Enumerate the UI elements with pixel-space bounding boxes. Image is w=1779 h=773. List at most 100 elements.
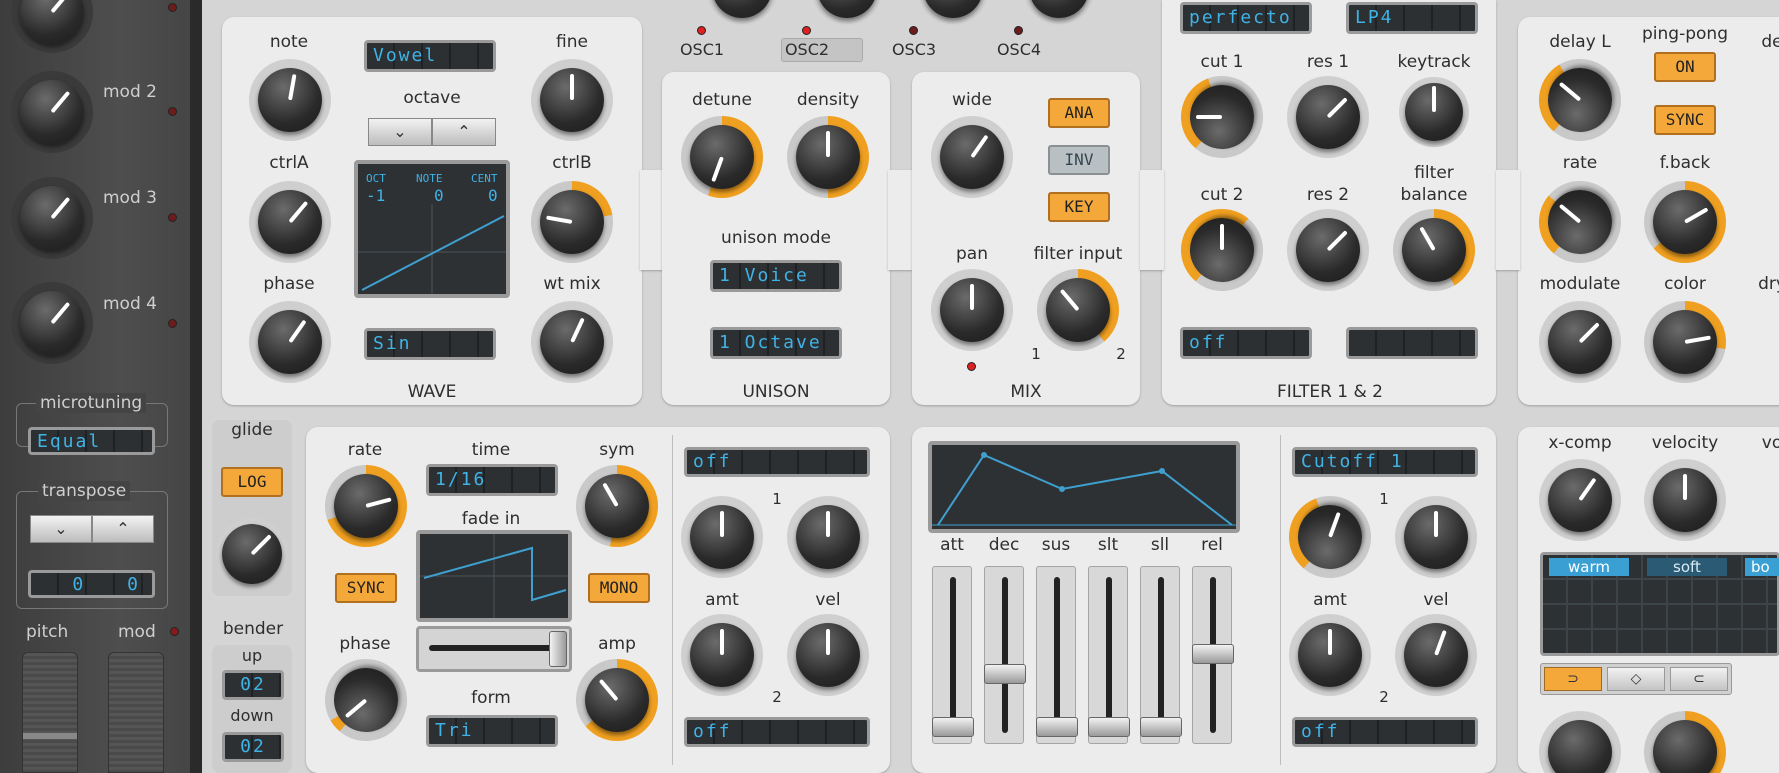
res1-knob[interactable] (1287, 76, 1369, 158)
tab-osc1[interactable]: OSC1 (680, 40, 724, 59)
osc3-top-knob[interactable] (917, 0, 989, 24)
lfo-vel2-knob[interactable] (787, 614, 869, 696)
ana-button[interactable]: ANA (1048, 98, 1110, 128)
bender-down-value[interactable]: 02 (222, 732, 284, 762)
env-dec-slider[interactable] (984, 566, 1026, 744)
glide-knob[interactable] (216, 518, 288, 590)
shape-1-icon[interactable]: ⊃ (1544, 667, 1602, 691)
lfo-amt1-knob[interactable] (681, 496, 763, 578)
lfo-form-select[interactable]: Tri (426, 715, 558, 747)
keytrack-knob[interactable] (1399, 77, 1469, 147)
shape-3-icon[interactable]: ⊂ (1670, 667, 1728, 691)
phase-knob[interactable] (249, 301, 331, 383)
wide-knob[interactable] (931, 116, 1013, 198)
detune-knob[interactable] (681, 116, 763, 198)
key-button[interactable]: KEY (1048, 192, 1110, 222)
filter-balance-knob[interactable] (1393, 209, 1475, 291)
mod-2-label: mod 2 (103, 82, 157, 102)
glide-log-button[interactable]: LOG (221, 467, 283, 497)
filter-input-knob[interactable] (1037, 269, 1119, 351)
lfo-amp-knob[interactable] (576, 659, 658, 741)
feedback-knob[interactable] (1644, 181, 1726, 263)
lfo-dest1-select[interactable]: off (684, 447, 870, 477)
mod-3-label: mod 3 (103, 188, 157, 208)
sidebar-edge (190, 0, 202, 773)
filter-mod2-select[interactable] (1346, 327, 1478, 359)
tab-soft[interactable]: soft (1647, 558, 1727, 576)
env-vel1-knob[interactable] (1395, 496, 1477, 578)
inv-button[interactable]: INV (1048, 145, 1110, 175)
ctrlB-knob[interactable] (531, 181, 613, 263)
env-sus-slider[interactable] (1036, 566, 1078, 744)
unison-range-select[interactable]: 1 Octave (710, 327, 842, 359)
pitch-wheel[interactable] (22, 652, 78, 773)
saturation-grid[interactable]: warm soft bo (1540, 552, 1779, 656)
lfo-dest2-select[interactable]: off (684, 717, 870, 747)
osc1-top-knob[interactable] (706, 0, 778, 24)
mod-wheel[interactable] (108, 652, 164, 773)
delay-sync-button[interactable]: SYNC (1654, 105, 1716, 135)
transpose-up-button[interactable]: ⌃ (92, 515, 154, 543)
fade-in-slider[interactable] (416, 626, 572, 672)
mix-connector (1140, 170, 1164, 270)
transpose-value[interactable]: 00 (28, 570, 155, 598)
tab-osc3[interactable]: OSC3 (892, 40, 936, 59)
octave-up-button[interactable]: ⌃ (432, 118, 496, 146)
mod-2-knob[interactable] (11, 71, 93, 153)
shape-2-icon[interactable]: ◇ (1607, 667, 1665, 691)
lfo-amt2-knob[interactable] (681, 614, 763, 696)
ping-pong-on-button[interactable]: ON (1654, 52, 1716, 82)
osc4-top-knob[interactable] (1023, 0, 1095, 24)
tab-bo[interactable]: bo (1745, 558, 1779, 576)
lfo-sym-knob[interactable] (576, 465, 658, 547)
env-rel-slider[interactable] (1192, 566, 1234, 744)
transpose-down-button[interactable]: ⌄ (30, 515, 92, 543)
filter-type-select[interactable]: perfecto (1180, 2, 1312, 34)
octave-down-button[interactable]: ⌄ (368, 118, 432, 146)
fine-knob[interactable] (531, 59, 613, 141)
slider-thumb[interactable] (1036, 717, 1078, 737)
velocity-knob[interactable] (1644, 459, 1726, 541)
note-knob[interactable] (249, 59, 331, 141)
tab-osc2[interactable]: OSC2 (785, 40, 829, 59)
tab-warm[interactable]: warm (1549, 558, 1629, 576)
slider-thumb[interactable] (984, 663, 1026, 684)
pan-knob[interactable] (931, 269, 1013, 351)
wave-shape-select[interactable]: Sin (364, 328, 496, 360)
filter-mod-select[interactable]: off (1180, 327, 1312, 359)
lfo-rate-knob[interactable] (325, 465, 407, 547)
lfo-vel1-knob[interactable] (787, 496, 869, 578)
slider-thumb[interactable] (1140, 717, 1182, 737)
mod-3-knob[interactable] (11, 177, 93, 259)
filter-mode-select[interactable]: LP4 (1346, 2, 1478, 34)
tab-osc4[interactable]: OSC4 (997, 40, 1041, 59)
x-comp-knob[interactable] (1539, 459, 1621, 541)
env-sll-slider[interactable] (1140, 566, 1182, 744)
osc2-top-knob[interactable] (811, 0, 883, 24)
modulate-knob[interactable] (1539, 301, 1621, 383)
env-vel2-knob[interactable] (1395, 614, 1477, 696)
density-knob[interactable] (787, 116, 869, 198)
wt-mix-knob[interactable] (531, 301, 613, 383)
color-knob[interactable] (1644, 301, 1726, 383)
bender-up-value[interactable]: 02 (222, 670, 284, 700)
slider-thumb[interactable] (932, 717, 974, 737)
unison-voices-select[interactable]: 1 Voice (710, 260, 842, 292)
env-dest1-select[interactable]: Cutoff 1 (1292, 447, 1478, 477)
slider-thumb[interactable] (1192, 644, 1234, 665)
wavetable-select[interactable]: Vowel (364, 40, 496, 72)
env-slt-slider[interactable] (1088, 566, 1130, 744)
env-dest2-select[interactable]: off (1292, 717, 1478, 747)
lfo-mono-button[interactable]: MONO (588, 573, 650, 603)
res2-knob[interactable] (1287, 209, 1369, 291)
transpose-octave-value: 0 (72, 574, 86, 595)
env-att-slider[interactable] (932, 566, 974, 744)
lfo-time-select[interactable]: 1/16 (426, 464, 558, 496)
ctrlA-knob[interactable] (249, 181, 331, 263)
microtuning-select[interactable]: Equal (28, 427, 155, 455)
lfo-sync-button[interactable]: SYNC (335, 573, 397, 603)
slider-thumb[interactable] (1088, 717, 1130, 737)
mod-4-knob[interactable] (11, 282, 93, 364)
env-amt2-knob[interactable] (1289, 614, 1371, 696)
env-amt-label: amt (1313, 590, 1347, 610)
